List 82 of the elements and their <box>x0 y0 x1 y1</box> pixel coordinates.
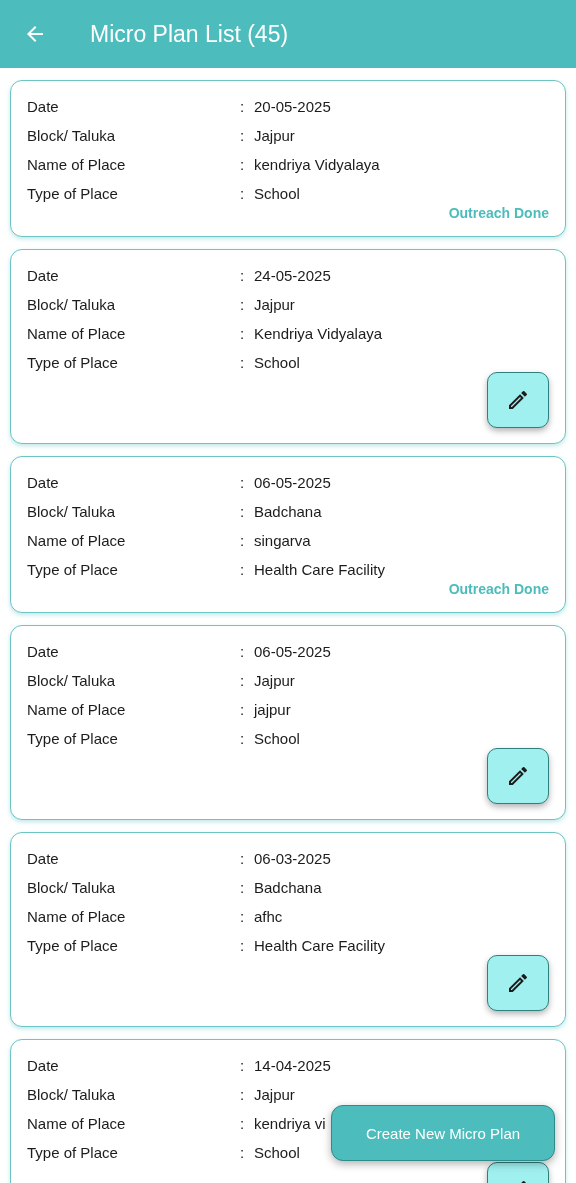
field-label: Date <box>27 98 60 115</box>
field-label: Name of Place <box>27 701 127 718</box>
field-label: Type of Place <box>27 354 119 371</box>
separator: : <box>240 325 246 342</box>
separator: : <box>240 127 246 144</box>
field-value: School <box>254 185 301 202</box>
field-label: Date <box>27 267 60 284</box>
separator: : <box>240 1057 246 1074</box>
field-label: Type of Place <box>27 561 119 578</box>
separator: : <box>240 267 246 284</box>
separator: : <box>240 156 246 173</box>
field-value: 20-05-2025 <box>254 98 332 115</box>
edit-button[interactable] <box>487 372 549 428</box>
field-value: afhc <box>254 908 284 925</box>
field-label: Date <box>27 474 60 491</box>
field-value: Kendriya Vidyalaya <box>254 325 384 342</box>
field-label: Type of Place <box>27 185 119 202</box>
field-value: Jajpur <box>254 1086 296 1103</box>
separator: : <box>240 532 246 549</box>
field-value: Badchana <box>254 503 323 520</box>
field-value: Health Care Facility <box>254 937 386 954</box>
separator: : <box>240 561 246 578</box>
field-value: Badchana <box>254 879 323 896</box>
field-label: Block/ Taluka <box>27 672 117 689</box>
field-value: 14-04-2025 <box>254 1057 332 1074</box>
field-label: Name of Place <box>27 908 127 925</box>
status-label: Outreach Done <box>448 581 549 597</box>
field-value: singarva <box>254 532 312 549</box>
separator: : <box>240 1144 246 1161</box>
status-label: Outreach Done <box>448 205 549 221</box>
field-value: School <box>254 354 301 371</box>
field-label: Block/ Taluka <box>27 1086 117 1103</box>
separator: : <box>240 643 246 660</box>
field-label: Block/ Taluka <box>27 296 117 313</box>
field-label: Type of Place <box>27 1144 119 1161</box>
separator: : <box>240 185 246 202</box>
separator: : <box>240 908 246 925</box>
field-label: Name of Place <box>27 1115 127 1132</box>
field-label: Name of Place <box>27 156 127 173</box>
field-value: Jajpur <box>254 127 296 144</box>
field-value: School <box>254 1144 301 1161</box>
field-value: Health Care Facility <box>254 561 386 578</box>
edit-button[interactable] <box>487 955 549 1011</box>
field-value: 24-05-2025 <box>254 267 332 284</box>
pencil-icon <box>506 971 530 995</box>
pencil-icon <box>506 388 530 412</box>
field-value: Jajpur <box>254 672 296 689</box>
field-value: kendriya Vidyalaya <box>254 156 381 173</box>
field-label: Date <box>27 1057 60 1074</box>
field-label: Name of Place <box>27 325 127 342</box>
separator: : <box>240 879 246 896</box>
field-value: jajpur <box>254 701 292 718</box>
separator: : <box>240 503 246 520</box>
separator: : <box>240 1115 246 1132</box>
separator: : <box>240 850 246 867</box>
separator: : <box>240 474 246 491</box>
field-value: 06-05-2025 <box>254 474 332 491</box>
field-value: Jajpur <box>254 296 296 313</box>
separator: : <box>240 354 246 371</box>
page-title: Micro Plan List (45) <box>90 20 289 48</box>
field-label: Type of Place <box>27 937 119 954</box>
pencil-icon <box>506 764 530 788</box>
field-value: 06-05-2025 <box>254 643 332 660</box>
field-label: Block/ Taluka <box>27 879 117 896</box>
field-label: Date <box>27 850 60 867</box>
field-value: kendriya vi <box>254 1115 327 1132</box>
field-label: Block/ Taluka <box>27 127 117 144</box>
create-plan-button[interactable]: Create New Micro Plan <box>331 1105 555 1161</box>
separator: : <box>240 672 246 689</box>
separator: : <box>240 1086 246 1103</box>
separator: : <box>240 730 246 747</box>
field-label: Type of Place <box>27 730 119 747</box>
separator: : <box>240 937 246 954</box>
field-label: Name of Place <box>27 532 127 549</box>
separator: : <box>240 296 246 313</box>
edit-button[interactable] <box>487 748 549 804</box>
field-label: Date <box>27 643 60 660</box>
field-value: 06-03-2025 <box>254 850 332 867</box>
separator: : <box>240 701 246 718</box>
separator: : <box>240 98 246 115</box>
field-label: Block/ Taluka <box>27 503 117 520</box>
field-value: School <box>254 730 301 747</box>
